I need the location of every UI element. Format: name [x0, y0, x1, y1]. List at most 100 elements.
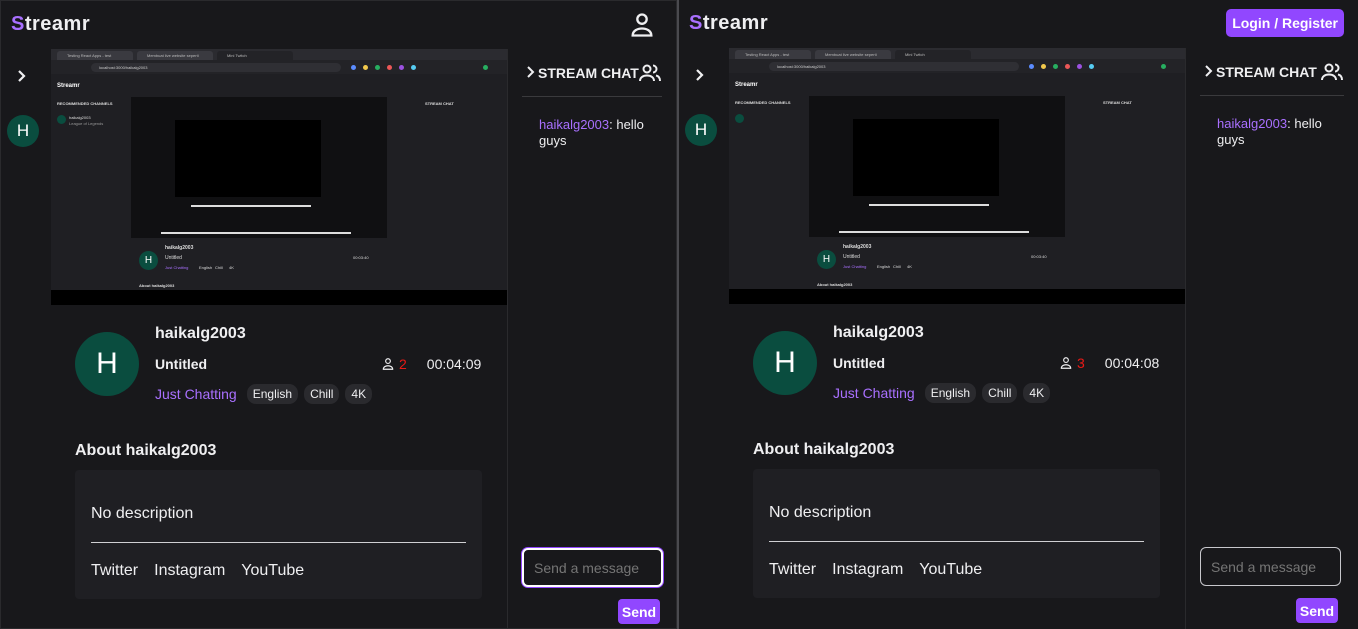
send-button[interactable]: Send	[618, 599, 660, 624]
stream-uptime: 00:04:09	[426, 356, 482, 372]
preview-url: localhost:3000/haikalg2003	[769, 62, 1019, 71]
right-window: Streamr Login / Register H Testing React…	[677, 0, 1358, 629]
community-icon[interactable]	[1320, 60, 1344, 84]
chat-header: STREAM CHAT	[522, 61, 662, 97]
twitter-link[interactable]: Twitter	[91, 562, 138, 580]
login-register-button[interactable]: Login / Register	[1226, 9, 1344, 37]
preview-chat-title: STREAM CHAT	[1103, 100, 1132, 105]
video-player[interactable]: Testing React Apps - test Membuat live w…	[51, 49, 507, 305]
preview-channel-avatar	[735, 114, 744, 123]
stream-main: Testing React Apps - test Membuat live w…	[51, 49, 507, 628]
preview-channel-avatar	[57, 115, 66, 124]
stream-chat: STREAM CHAT haikalg2003: hello guys Send	[1185, 48, 1358, 629]
viewer-stats: 2 00:04:09	[381, 356, 481, 372]
preview-url: localhost:3000/haikalg2003	[91, 63, 341, 72]
ext-icon	[483, 65, 488, 70]
preview-about: About haikalg2003	[139, 283, 175, 288]
app-logo[interactable]: Streamr	[689, 12, 768, 35]
youtube-link[interactable]: YouTube	[241, 562, 304, 580]
app-logo[interactable]: Streamr	[11, 13, 90, 36]
user-icon[interactable]	[628, 11, 656, 39]
preview-tag: English	[877, 264, 891, 269]
ext-icon	[375, 65, 380, 70]
ext-icon	[1065, 64, 1070, 69]
collapse-chat-icon[interactable]	[1204, 64, 1214, 78]
chat-username[interactable]: haikalg2003	[539, 117, 609, 132]
left-window: Streamr H Testing React Apps - test Memb…	[0, 0, 677, 629]
chat-input[interactable]	[1200, 547, 1341, 586]
ext-icon	[1053, 64, 1058, 69]
ext-icon	[1041, 64, 1046, 69]
divider	[769, 541, 1144, 542]
chat-title: STREAM CHAT	[1216, 64, 1317, 80]
ext-icon	[1161, 64, 1166, 69]
preview-tab: Mini Twitch	[217, 51, 293, 60]
tag-4k[interactable]: 4K	[345, 384, 373, 404]
instagram-link[interactable]: Instagram	[832, 561, 903, 579]
tag-chill[interactable]: Chill	[982, 383, 1018, 403]
viewer-count: 3	[1077, 355, 1085, 371]
preview-tab: Membuat live website seperti	[815, 50, 891, 59]
viewer-count: 2	[399, 356, 407, 372]
viewer-icon	[1060, 357, 1072, 369]
chat-message: haikalg2003: hello guys	[539, 117, 659, 149]
stream-category[interactable]: Just Chatting	[833, 385, 915, 401]
send-button[interactable]: Send	[1296, 598, 1338, 623]
sidebar-channel-avatar[interactable]: H	[685, 114, 717, 146]
top-navbar: Streamr Login / Register	[679, 0, 1358, 48]
chat-input[interactable]	[522, 548, 663, 587]
tag-chill[interactable]: Chill	[304, 384, 340, 404]
streamer-avatar[interactable]: H	[753, 331, 817, 395]
tag-english[interactable]: English	[246, 384, 299, 404]
chevron-right-icon[interactable]	[15, 69, 29, 83]
preview-tag: 4K	[229, 265, 234, 270]
preview-tab: Membuat live website seperti	[137, 51, 213, 60]
stream-category[interactable]: Just Chatting	[155, 386, 237, 402]
tag-english[interactable]: English	[924, 383, 977, 403]
preview-about: About haikalg2003	[817, 282, 853, 287]
video-player[interactable]: Testing React Apps - test Membuat live w…	[729, 48, 1185, 304]
preview-video	[809, 96, 1065, 237]
stream-title: Untitled	[833, 355, 886, 371]
preview-channel-game: League of Legends	[69, 121, 104, 126]
instagram-link[interactable]: Instagram	[154, 562, 225, 580]
youtube-link[interactable]: YouTube	[919, 561, 982, 579]
preview-streamer: haikalg2003	[165, 245, 194, 251]
chat-header: STREAM CHAT	[1200, 60, 1344, 96]
preview-channel-name: haikalg2003	[69, 115, 91, 120]
about-card: No description Twitter Instagram YouTube	[75, 470, 482, 599]
social-links: Twitter Instagram YouTube	[769, 561, 982, 579]
community-icon[interactable]	[638, 61, 662, 85]
chevron-right-icon[interactable]	[693, 68, 707, 82]
about-heading: About haikalg2003	[753, 441, 895, 458]
collapse-chat-icon[interactable]	[526, 65, 536, 79]
sidebar-channel-avatar[interactable]: H	[7, 115, 39, 147]
preview-tag: Chill	[215, 265, 223, 270]
streamer-name: haikalg2003	[833, 324, 924, 341]
tag-4k[interactable]: 4K	[1023, 383, 1051, 403]
chat-message: haikalg2003: hello guys	[1217, 116, 1337, 148]
chat-username[interactable]: haikalg2003	[1217, 116, 1287, 131]
preview-stream-avatar: H	[139, 251, 158, 270]
preview-category: Just Chatting	[843, 264, 867, 269]
stream-main: Testing React Apps - test Membuat live w…	[729, 48, 1185, 629]
stream-tags: Just Chatting English Chill 4K	[833, 383, 1051, 403]
ext-icon	[351, 65, 356, 70]
preview-title: Untitled	[165, 255, 182, 261]
sidebar: H	[1, 49, 51, 628]
preview-uptime: 00:03:40	[1031, 254, 1047, 259]
streamer-avatar[interactable]: H	[75, 332, 139, 396]
preview-logo: Streamr	[735, 82, 758, 88]
ext-icon	[399, 65, 404, 70]
about-description: No description	[91, 505, 194, 522]
preview-chat-title: STREAM CHAT	[425, 101, 454, 106]
preview-stream-avatar: H	[817, 250, 836, 269]
viewer-stats: 3 00:04:08	[1059, 355, 1159, 371]
ext-icon	[387, 65, 392, 70]
stream-chat: STREAM CHAT haikalg2003: hello guys Send	[507, 49, 676, 628]
top-navbar: Streamr	[1, 1, 676, 49]
preview-title: Untitled	[843, 254, 860, 260]
twitter-link[interactable]: Twitter	[769, 561, 816, 579]
preview-tab: Testing React Apps - test	[735, 50, 811, 59]
preview-streamer: haikalg2003	[843, 244, 872, 250]
